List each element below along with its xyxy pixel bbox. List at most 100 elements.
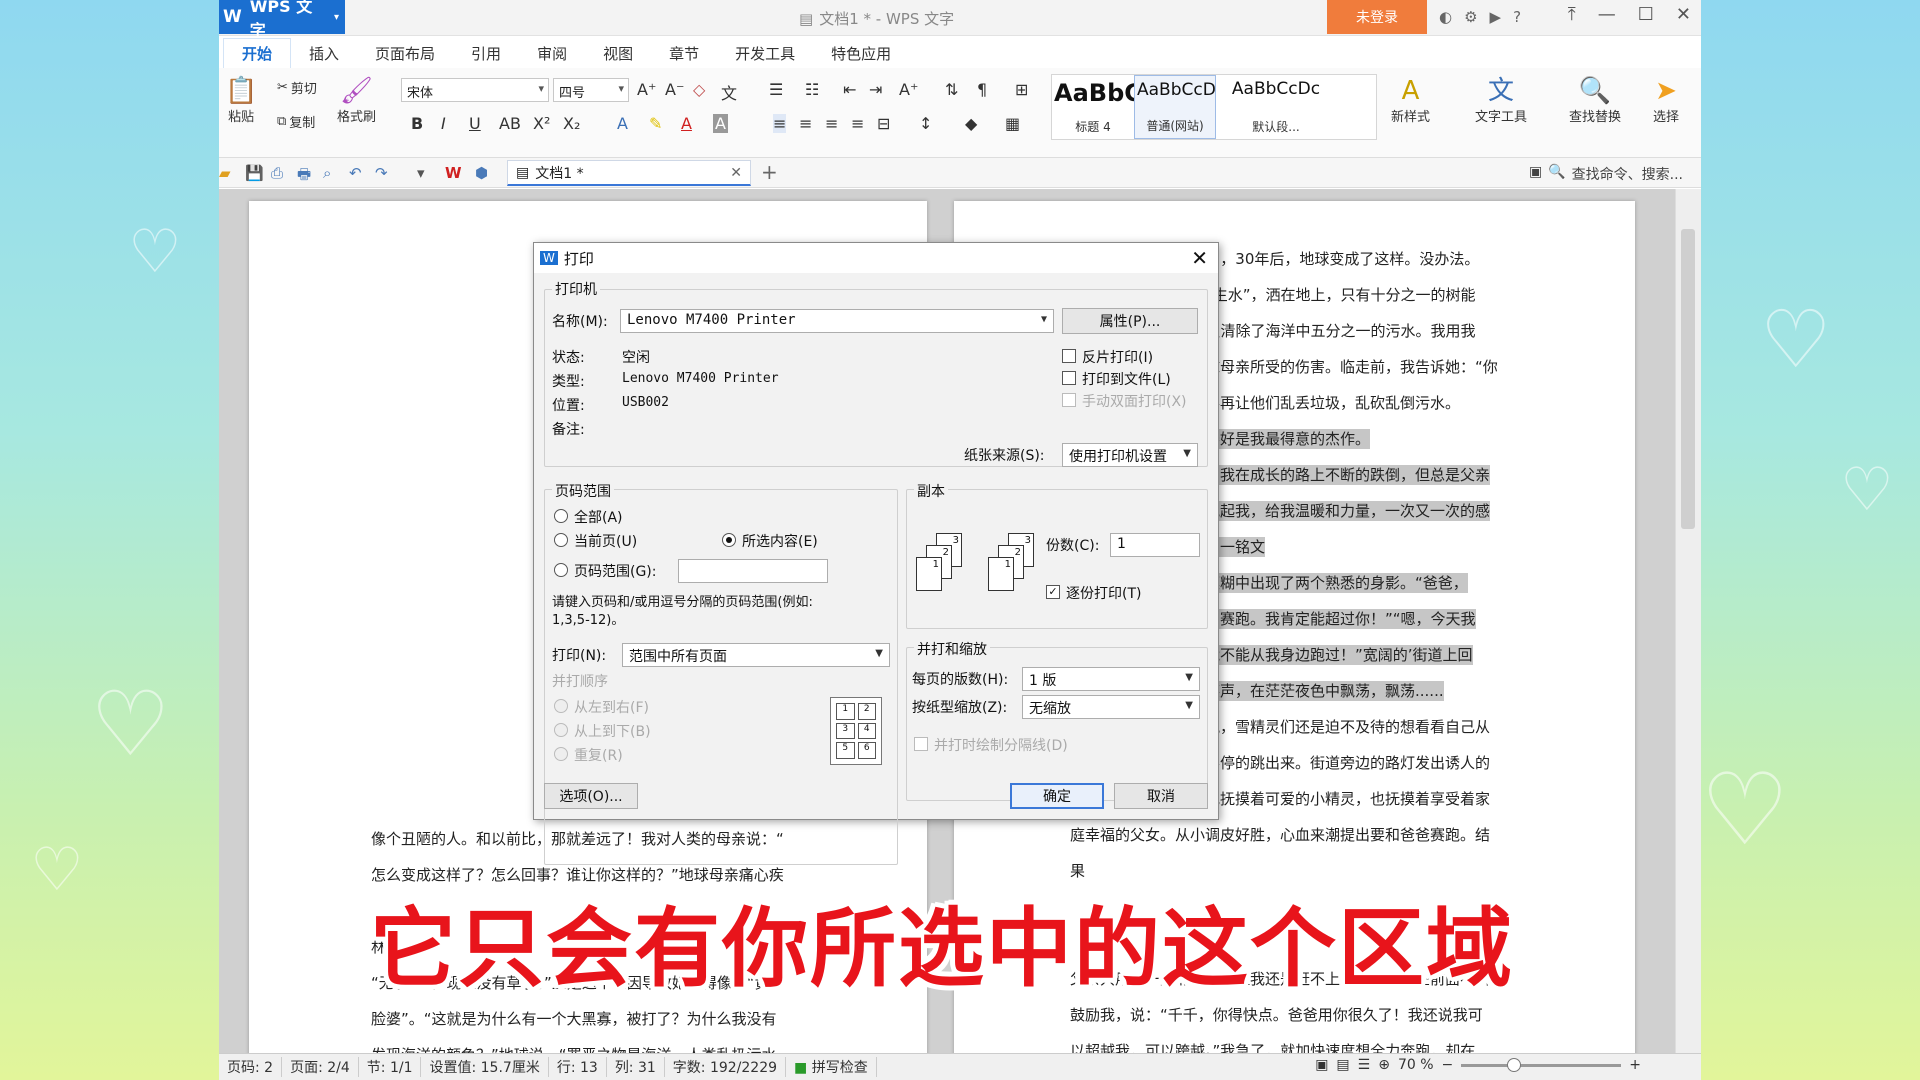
- align-center-icon[interactable]: ≡: [799, 114, 812, 133]
- borders-icon[interactable]: ▦: [1005, 114, 1020, 133]
- help-icon[interactable]: ?: [1513, 8, 1521, 26]
- clear-format-icon[interactable]: ◇: [693, 80, 705, 99]
- numbering-icon[interactable]: ☷: [805, 80, 819, 99]
- export-pdf-icon[interactable]: ⎙: [271, 164, 283, 182]
- scrollbar-thumb[interactable]: [1681, 229, 1695, 529]
- tab-home[interactable]: 开始: [223, 38, 292, 68]
- print-what-select[interactable]: 范围中所有页面: [622, 643, 890, 667]
- pages-per-sheet-select[interactable]: 1 版: [1022, 667, 1200, 691]
- tab-developer[interactable]: 开发工具: [717, 39, 813, 68]
- status-word-count[interactable]: 字数: 192/2229: [665, 1057, 787, 1077]
- table-icon[interactable]: ⊞: [1015, 80, 1028, 99]
- reverse-print-checkbox[interactable]: [1062, 349, 1076, 363]
- print-to-file-checkbox[interactable]: [1062, 371, 1076, 385]
- properties-button[interactable]: 属性(P)...: [1062, 308, 1198, 334]
- range-all-radio[interactable]: [554, 509, 568, 523]
- superscript-icon[interactable]: X²: [533, 114, 550, 133]
- tab-review[interactable]: 审阅: [519, 39, 585, 68]
- font-family-select[interactable]: 宋体: [401, 78, 549, 102]
- range-selection-radio[interactable]: [722, 533, 736, 547]
- zoom-in-icon[interactable]: +: [1629, 1057, 1641, 1073]
- select-button[interactable]: ➤ 选择: [1653, 76, 1679, 125]
- minimize-icon[interactable]: —: [1598, 4, 1616, 25]
- document-tab[interactable]: ▤ 文档1 * ✕: [507, 160, 751, 186]
- subscript-icon[interactable]: X₂: [563, 114, 580, 133]
- style-normal-web[interactable]: AaBbCcD 普通(网站): [1134, 75, 1216, 139]
- order-repeat-radio[interactable]: [554, 747, 568, 761]
- order-ltr-radio[interactable]: [554, 699, 568, 713]
- close-icon[interactable]: ✕: [1676, 4, 1691, 25]
- manual-duplex-checkbox[interactable]: [1062, 393, 1076, 407]
- tab-view[interactable]: 视图: [585, 39, 651, 68]
- find-replace-button[interactable]: 🔍 查找替换: [1569, 76, 1621, 125]
- change-case-icon[interactable]: A⁺: [899, 80, 918, 99]
- range-pages-radio[interactable]: [554, 563, 568, 577]
- phonetic-icon[interactable]: 文: [721, 80, 737, 104]
- tab-chapter[interactable]: 章节: [651, 39, 717, 68]
- printer-name-select[interactable]: Lenovo M7400 Printer: [620, 309, 1054, 333]
- format-painter-button[interactable]: 🖌 格式刷: [337, 76, 376, 125]
- skin-icon[interactable]: ◐: [1439, 8, 1452, 26]
- restore-ribbon-icon[interactable]: ⤒: [1568, 4, 1576, 25]
- command-search[interactable]: ▣ 🔍 查找命令、搜索...: [1529, 164, 1683, 184]
- grow-font-icon[interactable]: A⁺: [637, 80, 656, 99]
- new-style-button[interactable]: A 新样式: [1391, 76, 1430, 125]
- align-left-icon[interactable]: ≡: [773, 114, 787, 133]
- cut-button[interactable]: ✂ 剪切: [277, 78, 317, 97]
- zoom-level[interactable]: 70 %: [1398, 1057, 1434, 1073]
- settings-icon[interactable]: ⚙: [1464, 8, 1477, 26]
- copy-button[interactable]: ⧉ 复制: [277, 112, 315, 131]
- status-page[interactable]: 页面: 2/4: [282, 1057, 359, 1077]
- underline-icon[interactable]: U: [469, 114, 481, 133]
- style-heading4[interactable]: AaBbC 标题 4: [1052, 75, 1142, 139]
- increase-indent-icon[interactable]: ⇥: [869, 80, 882, 99]
- login-button[interactable]: 未登录: [1327, 0, 1427, 34]
- collate-checkbox[interactable]: ✓: [1046, 585, 1060, 599]
- globe-icon[interactable]: ⊕: [1378, 1057, 1390, 1073]
- zoom-slider[interactable]: [1461, 1057, 1622, 1072]
- sort-icon[interactable]: ⇅: [945, 80, 958, 99]
- page-range-input[interactable]: [678, 559, 828, 583]
- ok-button[interactable]: 确定: [1010, 783, 1104, 809]
- save-icon[interactable]: 💾: [245, 164, 264, 182]
- copies-input[interactable]: 1: [1110, 533, 1200, 557]
- strikethrough-icon[interactable]: AB: [499, 114, 521, 133]
- redo-icon[interactable]: ↷: [375, 164, 388, 182]
- range-current-radio[interactable]: [554, 533, 568, 547]
- options-button[interactable]: 选项(O)...: [544, 783, 638, 809]
- tab-special[interactable]: 特色应用: [813, 39, 909, 68]
- chevron-down-icon[interactable]: ▾: [417, 164, 425, 182]
- tab-references[interactable]: 引用: [453, 39, 519, 68]
- italic-icon[interactable]: I: [441, 114, 446, 133]
- cube-icon[interactable]: ⬢: [475, 164, 488, 182]
- vertical-scrollbar[interactable]: [1675, 189, 1701, 1053]
- scale-to-paper-select[interactable]: 无缩放: [1022, 695, 1200, 719]
- zoom-out-icon[interactable]: −: [1442, 1057, 1454, 1073]
- close-icon[interactable]: ✕: [1191, 246, 1208, 270]
- zoom-slider-handle[interactable]: [1507, 1057, 1522, 1072]
- view-mode-icon[interactable]: ☰: [1358, 1057, 1371, 1073]
- font-color-icon[interactable]: A: [681, 114, 692, 133]
- cancel-button[interactable]: 取消: [1114, 783, 1208, 809]
- open-icon[interactable]: ▰: [219, 164, 231, 182]
- tab-page-layout[interactable]: 页面布局: [357, 39, 453, 68]
- close-tab-icon[interactable]: ✕: [730, 165, 742, 181]
- paste-button[interactable]: 📋 粘贴: [225, 76, 257, 125]
- draw-separator-checkbox[interactable]: [914, 737, 928, 751]
- undo-icon[interactable]: ↶: [349, 164, 362, 182]
- share-icon[interactable]: ▶: [1490, 8, 1502, 26]
- text-tools-button[interactable]: 文文字工具: [1475, 76, 1527, 125]
- text-effect-icon[interactable]: A: [617, 114, 628, 133]
- print-icon[interactable]: 🖶: [297, 164, 311, 189]
- bold-icon[interactable]: B: [411, 114, 423, 133]
- tab-insert[interactable]: 插入: [291, 39, 357, 68]
- new-tab-icon[interactable]: +: [761, 160, 778, 184]
- status-page-code[interactable]: 页码: 2: [219, 1057, 283, 1077]
- wps-cloud-icon[interactable]: W: [445, 164, 462, 182]
- highlight-icon[interactable]: ✎: [649, 114, 662, 133]
- paper-source-select[interactable]: 使用打印机设置: [1062, 443, 1198, 467]
- distributed-icon[interactable]: ⊟: [877, 114, 890, 133]
- order-ttb-radio[interactable]: [554, 723, 568, 737]
- wps-app-menu-button[interactable]: W WPS 文字 ▾: [219, 0, 345, 40]
- monitor-icon[interactable]: ▣: [1529, 164, 1542, 184]
